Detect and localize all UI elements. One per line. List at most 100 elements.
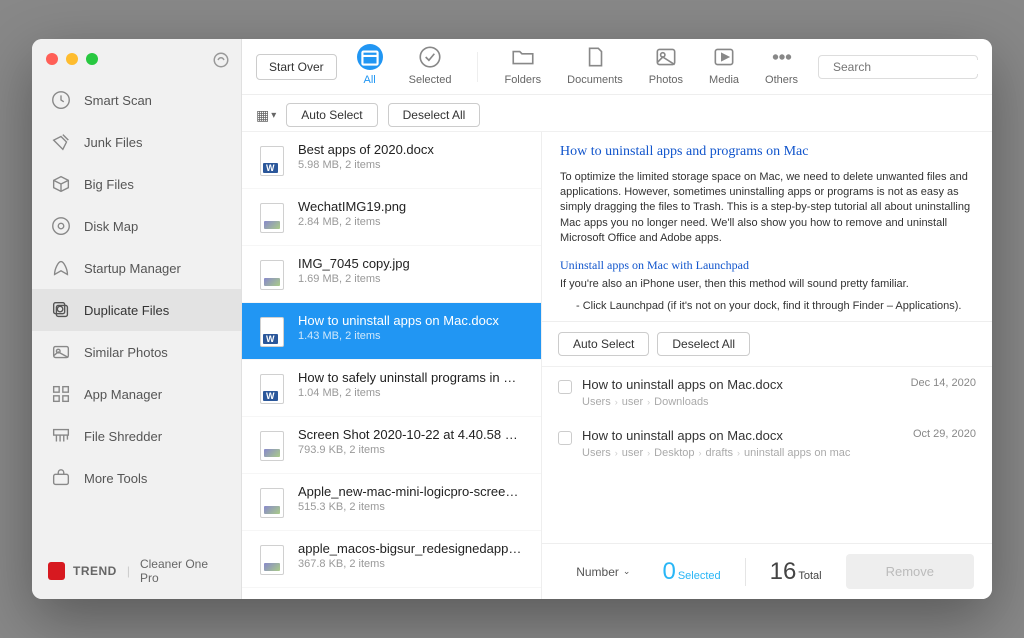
view-mode-toggle[interactable]: ▦ ▾ [256,107,276,124]
chevron-right-icon: › [615,397,618,407]
sidebar-item-duplicate-files[interactable]: Duplicate Files [32,289,241,331]
auto-select-button[interactable]: Auto Select [286,103,377,127]
file-meta: 1.43 MB, 2 items [298,330,525,342]
file-meta: 793.9 KB, 2 items [298,444,525,456]
sidebar: Smart Scan Junk Files Big Files Disk Map… [32,39,242,599]
duplicate-checkbox[interactable] [558,431,572,445]
content-area: Best apps of 2020.docx 5.98 MB, 2 items … [242,132,992,599]
search-input[interactable] [833,60,988,74]
duplicate-list[interactable]: How to uninstall apps on Mac.docx Users ›… [542,367,992,543]
file-type-icon [258,315,286,349]
file-type-icon [258,258,286,292]
file-item[interactable]: WechatIMG19.png 2.84 MB, 2 items [242,189,541,246]
start-over-button[interactable]: Start Over [256,54,337,80]
deselect-all-button[interactable]: Deselect All [388,103,481,127]
file-item[interactable]: How to safely uninstall programs in Wind… [242,360,541,417]
document-preview: How to uninstall apps and programs on Ma… [542,132,992,322]
duplicate-filename: How to uninstall apps on Mac.docx [582,428,903,443]
sidebar-item-label: Startup Manager [84,261,181,276]
duplicate-actions: Auto Select Deselect All [542,322,992,367]
sidebar-item-junk-files[interactable]: Junk Files [32,121,241,163]
duplicate-checkbox[interactable] [558,380,572,394]
sidebar-item-big-files[interactable]: Big Files [32,163,241,205]
deselect-all-duplicates-button[interactable]: Deselect All [657,332,750,356]
sidebar-item-startup-manager[interactable]: Startup Manager [32,247,241,289]
sidebar-item-similar-photos[interactable]: Similar Photos [32,331,241,373]
duplicate-item: How to uninstall apps on Mac.docx Users›… [542,367,992,418]
sidebar-item-smart-scan[interactable]: Smart Scan [32,79,241,121]
file-info: IMG_7045 copy.jpg 1.69 MB, 2 items [298,256,525,285]
tab-photos[interactable]: Photos [649,44,683,90]
file-item[interactable]: Best apps of 2020.docx 5.98 MB, 2 items [242,132,541,189]
duplicate-date: Oct 29, 2020 [913,428,976,440]
file-list[interactable]: Best apps of 2020.docx 5.98 MB, 2 items … [242,132,542,599]
sidebar-item-label: Disk Map [84,219,138,234]
maximize-window-button[interactable] [86,53,98,65]
preview-bullet: - Click Launchpad (if it's not on your d… [576,299,974,314]
brand-icon [212,51,230,69]
sidebar-item-file-shredder[interactable]: File Shredder [32,415,241,457]
duplicate-date: Dec 14, 2020 [911,377,976,389]
close-window-button[interactable] [46,53,58,65]
rocket-icon [50,257,72,279]
file-name: Apple_new-mac-mini-logicpro-screen_11102… [298,484,525,499]
play-icon [711,44,737,70]
sort-dropdown[interactable]: Number ⌄ [576,565,630,579]
tab-label: All [364,74,376,86]
grid-icon [50,383,72,405]
auto-select-duplicates-button[interactable]: Auto Select [558,332,649,356]
sidebar-item-label: Junk Files [84,135,143,150]
main-panel: Start Over All Selected Folders Docum [242,39,992,599]
file-name: apple_macos-bigsur_redesignedapps_0622… [298,541,525,556]
chevron-right-icon: › [737,448,740,458]
search-box[interactable] [818,55,978,79]
minimize-window-button[interactable] [66,53,78,65]
file-meta: 1.04 MB, 2 items [298,387,525,399]
chevron-down-icon: ⌄ [623,566,631,577]
file-item[interactable]: Apple_new-mac-mini-logicpro-screen_11102… [242,474,541,531]
file-type-icon [258,201,286,235]
path-segment: Users [582,447,611,459]
remove-button[interactable]: Remove [846,554,974,589]
file-name: Best apps of 2020.docx [298,142,525,157]
file-item[interactable]: apple_macos-bigsur_redesignedapps_0622… … [242,531,541,588]
duplicate-filename: How to uninstall apps on Mac.docx [582,377,901,392]
sidebar-item-disk-map[interactable]: Disk Map [32,205,241,247]
file-name: WechatIMG19.png [298,199,525,214]
file-item[interactable]: Screen Shot 2020-10-22 at 4.40.58 PM.png… [242,417,541,474]
file-meta: 2.84 MB, 2 items [298,216,525,228]
folder-icon [510,44,536,70]
path-segment: Desktop [654,447,694,459]
sidebar-item-app-manager[interactable]: App Manager [32,373,241,415]
separator: | [127,564,130,578]
sort-label: Number [576,565,619,579]
disk-icon [50,215,72,237]
selected-count-stat: 0 Selected [662,558,720,586]
document-icon [582,44,608,70]
chevron-right-icon: › [615,448,618,458]
tab-all[interactable]: All [357,44,383,90]
file-info: Screen Shot 2020-10-22 at 4.40.58 PM.png… [298,427,525,456]
duplicate-info: How to uninstall apps on Mac.docx Users ›… [582,428,903,459]
file-info: How to uninstall apps on Mac.docx 1.43 M… [298,313,525,342]
broom-icon [50,131,72,153]
path-segment: user [622,447,643,459]
sidebar-item-label: App Manager [84,387,162,402]
chevron-right-icon: › [647,448,650,458]
tab-media[interactable]: Media [709,44,739,90]
tab-selected[interactable]: Selected [409,44,452,90]
file-name: Screen Shot 2020-10-22 at 4.40.58 PM.png [298,427,525,442]
file-item[interactable]: IMG_7045 copy.jpg 1.69 MB, 2 items [242,246,541,303]
tab-folders[interactable]: Folders [504,44,541,90]
sidebar-item-more-tools[interactable]: More Tools [32,457,241,499]
chevron-down-icon: ▾ [271,110,276,121]
file-item[interactable]: How to uninstall apps on Mac.docx 1.43 M… [242,303,541,360]
app-window: Smart Scan Junk Files Big Files Disk Map… [32,39,992,599]
clock-icon [50,89,72,111]
tab-documents[interactable]: Documents [567,44,623,90]
chevron-right-icon: › [699,448,702,458]
preview-panel: How to uninstall apps and programs on Ma… [542,132,992,599]
file-meta: 5.98 MB, 2 items [298,159,525,171]
sidebar-item-label: More Tools [84,471,147,486]
tab-others[interactable]: Others [765,44,798,90]
